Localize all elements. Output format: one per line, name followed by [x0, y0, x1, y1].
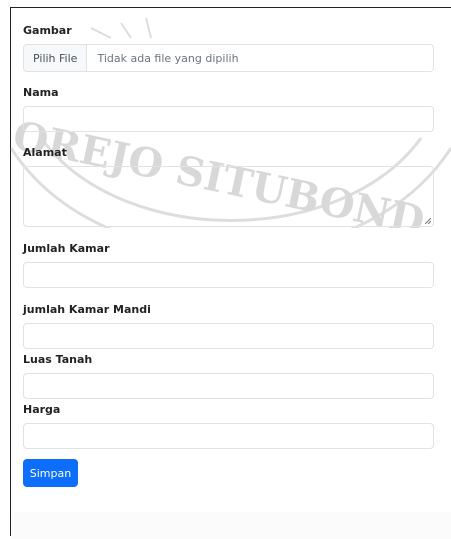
luas-tanah-label: Luas Tanah [23, 353, 93, 366]
nama-label: Nama [23, 86, 59, 99]
luas-tanah-input[interactable] [23, 373, 434, 399]
form-footer-strip [11, 512, 451, 539]
jumlah-kamar-label: Jumlah Kamar [23, 242, 110, 255]
simpan-button[interactable]: Simpan [23, 459, 78, 487]
harga-label: Harga [23, 403, 61, 416]
nama-input[interactable] [23, 106, 434, 132]
alamat-label: Alamat [23, 146, 67, 159]
file-choose-button[interactable]: Pilih File [24, 45, 88, 71]
alamat-textarea[interactable] [23, 166, 434, 227]
jumlah-kamar-mandi-label: jumlah Kamar Mandi [23, 303, 151, 316]
jumlah-kamar-mandi-input[interactable] [23, 323, 434, 349]
gambar-file-input[interactable]: Pilih File Tidak ada file yang dipilih [23, 44, 434, 72]
jumlah-kamar-input[interactable] [23, 262, 434, 288]
file-status-text: Tidak ada file yang dipilih [97, 51, 239, 65]
harga-input[interactable] [23, 423, 434, 449]
resize-grip-icon[interactable] [425, 218, 431, 224]
gambar-label: Gambar [23, 24, 72, 37]
